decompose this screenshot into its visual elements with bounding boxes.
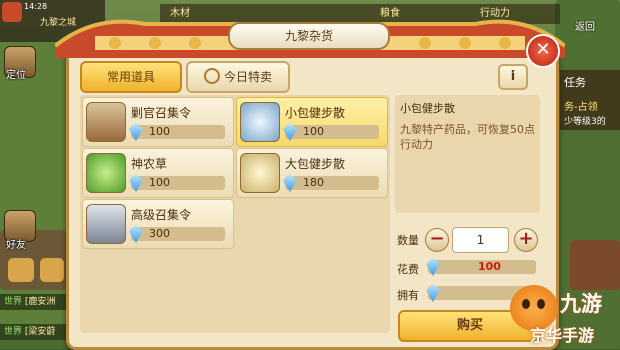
- chat-text: [鹿安洲: [24, 297, 56, 307]
- price-bar: 300: [129, 225, 225, 243]
- friends-label: 好友: [6, 240, 26, 251]
- increase-button[interactable]: +: [514, 228, 538, 252]
- clock-icon: [203, 68, 220, 84]
- chat-channel: 世界: [4, 327, 23, 337]
- chat-line[interactable]: 世界 [鹿安洲: [0, 294, 74, 310]
- close-button[interactable]: ✕: [526, 34, 560, 68]
- item-price: 180: [303, 176, 324, 189]
- chat-icon[interactable]: [8, 258, 34, 282]
- tab-daily-sale[interactable]: 今日特卖: [186, 61, 290, 93]
- task-panel[interactable]: 任务 务-占领 少等级3的: [560, 70, 620, 130]
- gem-icon: [129, 123, 143, 141]
- task-line: 少等级3的: [564, 117, 606, 127]
- chat-text: [梁安蔚: [24, 327, 56, 337]
- item-name: 小包健步散: [285, 106, 346, 120]
- tab-daily-sale-label: 今日特卖: [223, 70, 272, 84]
- item-name: 神农草: [131, 157, 168, 171]
- scroll-icon: [86, 204, 126, 244]
- bowl-icon: [240, 153, 280, 193]
- herb-icon: [86, 153, 126, 193]
- list-item[interactable]: 大包健步散 180: [236, 148, 388, 198]
- gem-icon: [283, 123, 297, 141]
- list-item[interactable]: 剿官召集令 100: [82, 97, 234, 147]
- gem-icon: [283, 174, 297, 192]
- list-item[interactable]: 高级召集令 300: [82, 199, 234, 249]
- item-price: 100: [149, 125, 170, 138]
- minus-icon: −: [429, 228, 445, 249]
- gem-icon: [129, 174, 143, 192]
- bowl-icon: [240, 102, 280, 142]
- item-price: 300: [149, 227, 170, 240]
- close-icon: ✕: [535, 39, 551, 60]
- price-bar: 100: [283, 123, 379, 141]
- window-title: 九黎杂货: [228, 22, 390, 50]
- detail-title: 小包健步散: [400, 102, 455, 115]
- task-title: 任务: [564, 76, 586, 89]
- tab-common-items[interactable]: 常用道具: [80, 61, 182, 93]
- info-button[interactable]: i: [498, 64, 528, 90]
- plus-icon: +: [518, 228, 534, 249]
- price-bar: 100: [129, 123, 225, 141]
- quantity-label: 数量: [397, 234, 419, 247]
- item-price: 100: [303, 125, 324, 138]
- chat-line[interactable]: 世界 [梁安蔚: [0, 324, 74, 340]
- item-price: 100: [149, 176, 170, 189]
- list-item[interactable]: 神农草 100: [82, 148, 234, 198]
- voice-icon[interactable]: [40, 258, 64, 282]
- gem-icon: [129, 225, 143, 243]
- owned-label: 拥有: [397, 289, 419, 302]
- item-name: 大包健步散: [285, 157, 346, 171]
- watermark-sub: 京华手游: [530, 326, 595, 345]
- item-name: 高级召集令: [131, 208, 192, 222]
- detail-description: 九黎特产药品，可恢复50点行动力: [400, 123, 535, 151]
- cost-label: 花费: [397, 263, 419, 276]
- price-bar: 100: [129, 174, 225, 192]
- return-label[interactable]: 返回: [575, 18, 595, 33]
- gem-icon: [426, 284, 440, 302]
- gem-icon: [426, 258, 440, 276]
- scroll-icon: [86, 102, 126, 142]
- list-item[interactable]: 小包健步散 100: [236, 97, 388, 147]
- info-icon: i: [510, 69, 516, 84]
- quantity-input[interactable]: 1: [452, 227, 509, 253]
- watermark-brand: 九游: [560, 292, 602, 316]
- chat-channel: 世界: [4, 297, 23, 307]
- cost-value: 100: [478, 260, 501, 273]
- task-line: 务-占领: [564, 102, 598, 113]
- avatar[interactable]: [2, 2, 22, 22]
- clock-text: 14:28: [24, 2, 48, 11]
- price-bar: 180: [283, 174, 379, 192]
- decrease-button[interactable]: −: [425, 228, 449, 252]
- item-name: 剿官召集令: [131, 106, 192, 120]
- locate-label: 定位: [6, 70, 26, 81]
